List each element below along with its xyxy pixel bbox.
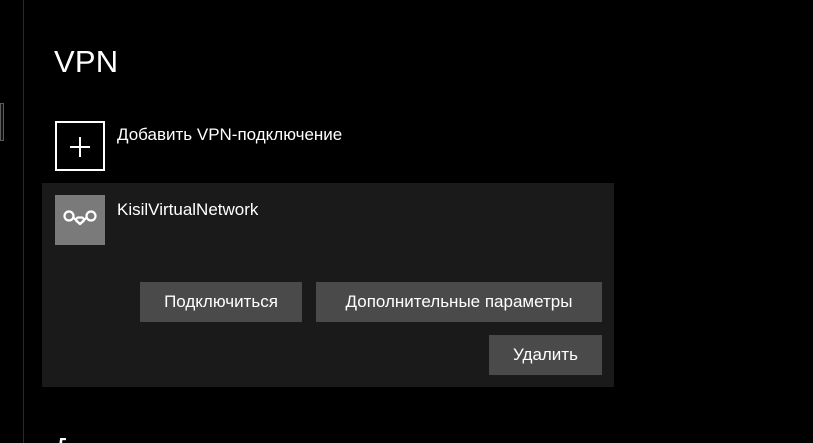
plus-icon (55, 121, 105, 171)
advanced-options-button[interactable]: Дополнительные параметры (316, 282, 602, 322)
add-vpn-connection-button[interactable]: Добавить VPN-подключение (55, 121, 342, 173)
vpn-settings-page: VPN Добавить VPN-подключение KisilVirtua… (0, 0, 813, 443)
vpn-connection-name: KisilVirtualNetwork (117, 200, 259, 219)
connect-button[interactable]: Подключиться (140, 282, 302, 322)
vpn-connection-icon (55, 195, 105, 245)
navigation-scroll-indicator[interactable] (0, 103, 4, 141)
page-title: VPN (54, 44, 119, 79)
next-section-heading-cutoff: Д (54, 434, 66, 443)
vpn-link-icon (63, 210, 97, 226)
add-vpn-connection-label: Добавить VPN-подключение (117, 125, 343, 144)
delete-button[interactable]: Удалить (489, 335, 602, 375)
navigation-pane-divider (23, 0, 24, 443)
vpn-connection-card[interactable]: KisilVirtualNetwork Подключиться Дополни… (42, 183, 614, 387)
